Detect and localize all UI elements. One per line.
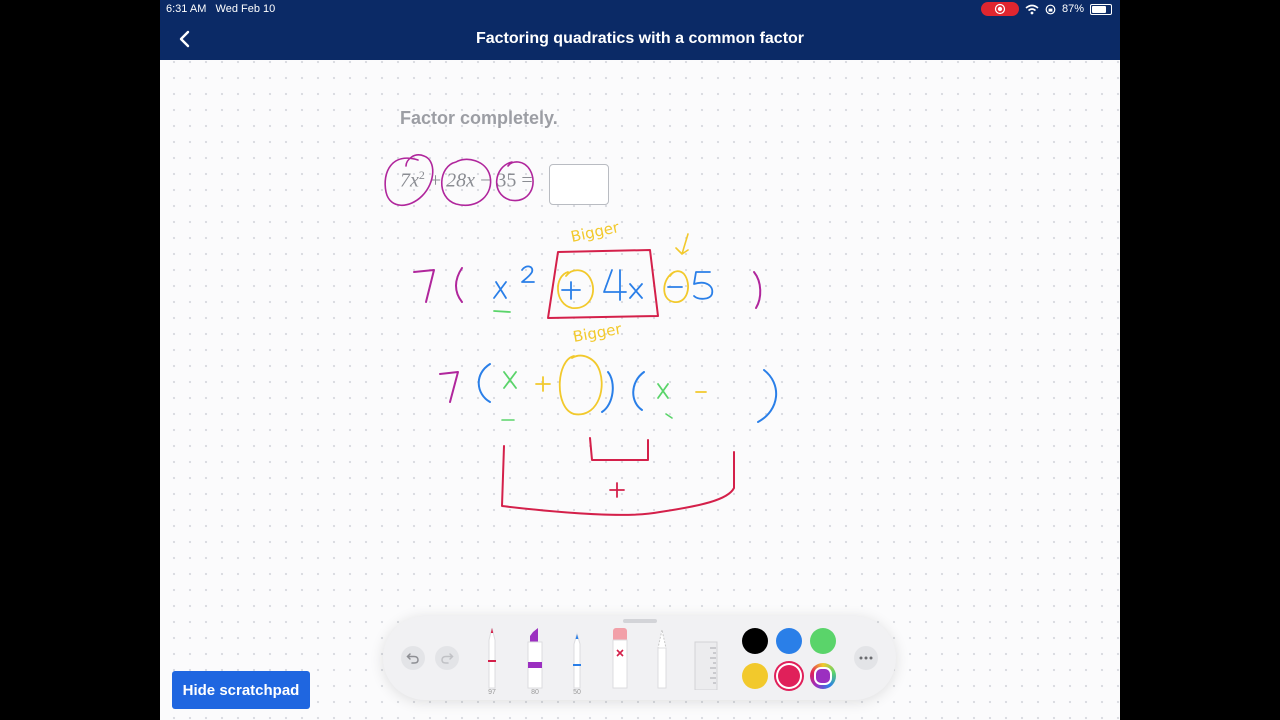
ink-line2-close-paren-1 bbox=[601, 371, 614, 413]
eraser-tool[interactable] bbox=[610, 626, 630, 700]
marker-tool-size: 80 bbox=[531, 689, 539, 696]
ruler-icon bbox=[694, 641, 718, 691]
status-date: Wed Feb 10 bbox=[215, 3, 276, 15]
color-swatch-green[interactable] bbox=[810, 628, 836, 654]
ink-line2-x bbox=[503, 371, 517, 389]
orientation-lock-icon bbox=[1045, 4, 1056, 14]
pen-tool[interactable]: 97 bbox=[482, 626, 502, 700]
battery-percent: 87% bbox=[1061, 3, 1084, 15]
ink-line1-four bbox=[603, 269, 627, 301]
pencil-icon bbox=[573, 632, 581, 689]
status-bar-right: 87% bbox=[980, 2, 1112, 16]
more-icon bbox=[859, 656, 873, 660]
color-swatch-blue[interactable] bbox=[776, 628, 802, 654]
eraser-icon bbox=[612, 628, 628, 689]
ink-line2-close-paren-2 bbox=[757, 369, 778, 423]
toolbar-drag-handle[interactable] bbox=[623, 619, 657, 623]
ink-line2-seven bbox=[439, 371, 459, 403]
ink-outer-bracket bbox=[501, 445, 735, 516]
ink-circle-term1 bbox=[384, 154, 434, 207]
battery-icon bbox=[1090, 3, 1112, 15]
redo-icon bbox=[441, 653, 454, 664]
ink-circle-term3 bbox=[495, 161, 534, 202]
ink-line1-underline bbox=[493, 310, 511, 313]
page-title: Factoring quadratics with a common facto… bbox=[475, 30, 805, 47]
status-time: 6:31 AM bbox=[166, 3, 207, 15]
top-navigation-bar: 6:31 AM Wed Feb 10 87% Factoring quadrat… bbox=[160, 0, 1120, 60]
color-picker-button[interactable] bbox=[810, 663, 836, 689]
ink-line1-five bbox=[693, 271, 714, 300]
pen-icon bbox=[488, 627, 496, 689]
undo-button[interactable] bbox=[401, 646, 425, 670]
ink-arrow-down bbox=[675, 233, 689, 255]
pencil-tool-size: 50 bbox=[573, 689, 581, 696]
redo-button[interactable] bbox=[435, 646, 459, 670]
wifi-icon bbox=[1025, 4, 1039, 14]
color-swatch-red-selected[interactable] bbox=[776, 663, 802, 689]
ink-blank-circle bbox=[558, 354, 603, 416]
ink-line2-x2 bbox=[657, 383, 669, 399]
lasso-tool[interactable] bbox=[652, 626, 672, 700]
ink-line1-x bbox=[493, 281, 507, 299]
ink-line2-open-paren-1 bbox=[477, 363, 491, 403]
color-swatch-yellow[interactable] bbox=[742, 663, 768, 689]
ink-line1-x2 bbox=[629, 283, 643, 299]
ink-bigger-label-mid: Bigger bbox=[572, 320, 624, 346]
custom-color-preview bbox=[814, 667, 832, 685]
marker-tool[interactable]: 80 bbox=[525, 626, 545, 700]
color-swatch-black[interactable] bbox=[742, 628, 768, 654]
app-screen: 6:31 AM Wed Feb 10 87% Factoring quadrat… bbox=[160, 0, 1120, 720]
lasso-icon bbox=[657, 629, 667, 689]
more-options-button[interactable] bbox=[854, 646, 878, 670]
pencil-tool[interactable]: 50 bbox=[567, 626, 587, 700]
ink-line1-plus bbox=[561, 281, 581, 300]
ink-circle-term2 bbox=[441, 158, 492, 207]
ink-line1-exponent bbox=[521, 265, 535, 283]
ink-bigger-label-top: Bigger bbox=[569, 218, 621, 246]
pen-tool-size: 97 bbox=[488, 689, 496, 696]
ink-line2-plus bbox=[535, 376, 551, 392]
undo-icon bbox=[406, 653, 419, 664]
status-bar-time: 6:31 AM Wed Feb 10 bbox=[166, 3, 275, 15]
ink-line1-open-paren bbox=[455, 267, 463, 303]
hide-scratchpad-button[interactable]: Hide scratchpad bbox=[172, 671, 310, 709]
screen-recording-indicator[interactable] bbox=[980, 2, 1019, 16]
ink-line1-close-paren bbox=[753, 271, 762, 309]
record-icon bbox=[994, 3, 1006, 15]
ink-line1-seven bbox=[413, 269, 435, 303]
ink-line2-open-paren-2 bbox=[632, 371, 645, 411]
marker-icon bbox=[527, 628, 543, 689]
drawing-toolbar: 97 80 50 bbox=[383, 616, 896, 700]
battery-level bbox=[1092, 5, 1106, 13]
ink-inner-bracket bbox=[589, 437, 649, 461]
ink-line3-plus bbox=[609, 482, 625, 498]
ink-line2-underline-2 bbox=[665, 413, 673, 419]
ruler-tool[interactable] bbox=[694, 626, 718, 700]
